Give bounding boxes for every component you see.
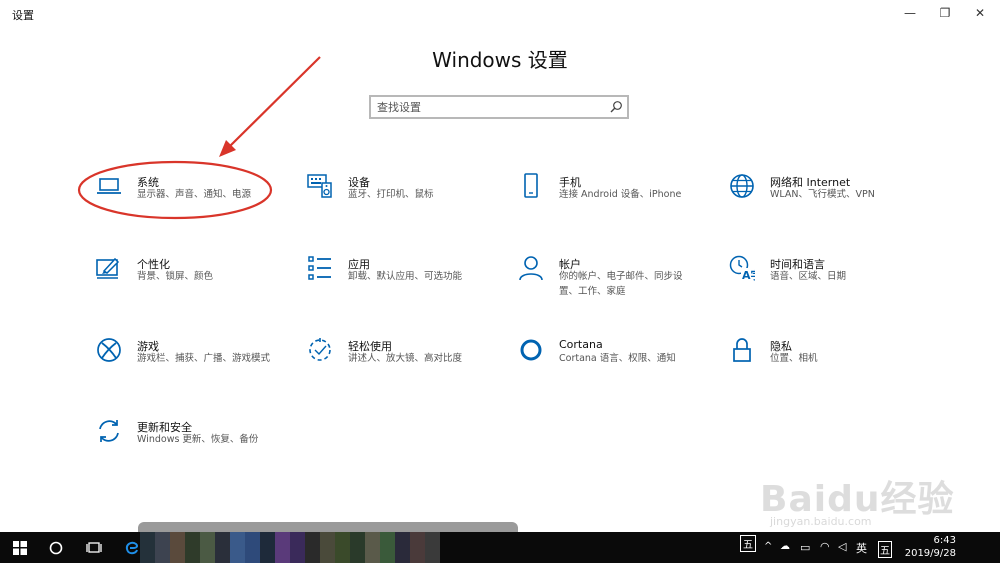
volume-icon[interactable]: ◁ — [838, 540, 846, 553]
tile-subtitle: Cortana 语言、权限、通知 — [559, 353, 676, 364]
edge-icon — [125, 541, 138, 554]
tile-subtitle: 位置、相机 — [770, 353, 818, 364]
battery-icon[interactable]: ▭ — [800, 541, 810, 554]
tile-apps[interactable]: 应用 卸载、默认应用、可选功能 — [307, 255, 497, 307]
cortana-search-button[interactable] — [44, 532, 68, 563]
tile-subtitle: 游戏栏、捕获、广播、游戏模式 — [137, 353, 271, 364]
pixelated-app-icons — [140, 532, 440, 563]
clock[interactable]: 6:43 2019/9/28 — [905, 534, 956, 560]
tile-subtitle: 讲述人、放大镜、高对比度 — [348, 353, 463, 364]
page-title: Windows 设置 — [432, 48, 568, 72]
search-input[interactable] — [377, 99, 605, 115]
xbox-icon — [96, 337, 122, 363]
phone-icon — [518, 173, 544, 199]
tile-phone[interactable]: 手机 连接 Android 设备、iPhone — [518, 173, 708, 225]
tile-subtitle: 显示器、声音、通知、电源 — [137, 189, 252, 200]
windows-logo-icon — [13, 540, 27, 555]
tile-subtitle: 你的帐户、电子邮件、同步设 置、工作、家庭 — [559, 271, 683, 297]
tile-subtitle: Windows 更新、恢复、备份 — [137, 434, 259, 445]
tile-update-security[interactable]: 更新和安全 Windows 更新、恢复、备份 — [96, 418, 286, 470]
tile-cortana[interactable]: Cortana Cortana 语言、权限、通知 — [518, 337, 708, 389]
svg-text:A字: A字 — [742, 268, 755, 281]
time-language-icon: A字 — [729, 255, 762, 282]
laptop-icon — [96, 173, 122, 199]
cortana-ring-icon — [518, 337, 544, 363]
tile-devices[interactable]: 设备 蓝牙、打印机、鼠标 — [307, 173, 497, 225]
clock-date: 2019/9/28 — [904, 548, 956, 559]
search-icon[interactable] — [609, 99, 623, 118]
cortana-circle-icon — [49, 541, 63, 554]
ime-tray[interactable]: 五 — [878, 541, 892, 558]
tile-title: Cortana — [559, 338, 603, 351]
ime-box[interactable]: 五 — [740, 535, 756, 552]
tile-privacy[interactable]: 隐私 位置、相机 — [729, 337, 919, 389]
tile-accounts[interactable]: 帐户 你的帐户、电子邮件、同步设 置、工作、家庭 — [518, 255, 708, 307]
ease-of-access-icon — [307, 337, 333, 363]
task-view-button[interactable] — [82, 532, 106, 563]
tile-ease-of-access[interactable]: 轻松使用 讲述人、放大镜、高对比度 — [307, 337, 497, 389]
globe-icon — [729, 173, 755, 199]
language-indicator[interactable]: 英 — [856, 540, 867, 556]
restore-button[interactable]: ❐ — [931, 4, 959, 22]
tile-subtitle: 背景、锁屏、颜色 — [137, 271, 214, 282]
clock-time: 6:43 — [933, 535, 956, 546]
task-view-icon — [86, 541, 102, 553]
window-title: 设置 — [12, 9, 34, 22]
tile-time-language[interactable]: A字 时间和语言 语音、区域、日期 — [729, 255, 919, 307]
tile-network[interactable]: 网络和 Internet WLAN、飞行模式、VPN — [729, 173, 919, 225]
person-icon — [518, 255, 544, 281]
tile-subtitle: 连接 Android 设备、iPhone — [559, 189, 682, 200]
start-button[interactable] — [8, 532, 32, 563]
wifi-icon[interactable]: ◠ — [820, 540, 830, 553]
title-bar: 设置 — ❐ ✕ — [0, 0, 1000, 28]
tile-gaming[interactable]: 游戏 游戏栏、捕获、广播、游戏模式 — [96, 337, 286, 389]
paint-icon — [96, 255, 122, 281]
watermark-url: jingyan.baidu.com — [770, 515, 872, 528]
tile-subtitle: WLAN、飞行模式、VPN — [770, 189, 875, 200]
annotation-arrow-head — [219, 140, 236, 157]
tile-subtitle: 蓝牙、打印机、鼠标 — [348, 189, 434, 200]
search-box[interactable] — [369, 95, 629, 119]
tile-subtitle: 卸载、默认应用、可选功能 — [348, 271, 463, 282]
minimize-button[interactable]: — — [896, 4, 924, 22]
close-button[interactable]: ✕ — [966, 4, 994, 22]
tile-personalization[interactable]: 个性化 背景、锁屏、颜色 — [96, 255, 286, 307]
tile-subtitle: 语音、区域、日期 — [770, 271, 847, 282]
tile-system[interactable]: 系统 显示器、声音、通知、电源 — [96, 173, 286, 225]
sync-arrows-icon — [96, 418, 122, 444]
cloud-icon[interactable]: ☁ — [780, 541, 790, 552]
chevron-up-icon[interactable]: ^ — [764, 541, 772, 552]
taskbar: 五 ^ ☁ ▭ ◠ ◁ 英 五 6:43 2019/9/28 — [0, 532, 1000, 563]
keyboard-speaker-icon — [307, 173, 333, 199]
apps-list-icon — [307, 255, 333, 281]
lock-icon — [729, 337, 755, 363]
